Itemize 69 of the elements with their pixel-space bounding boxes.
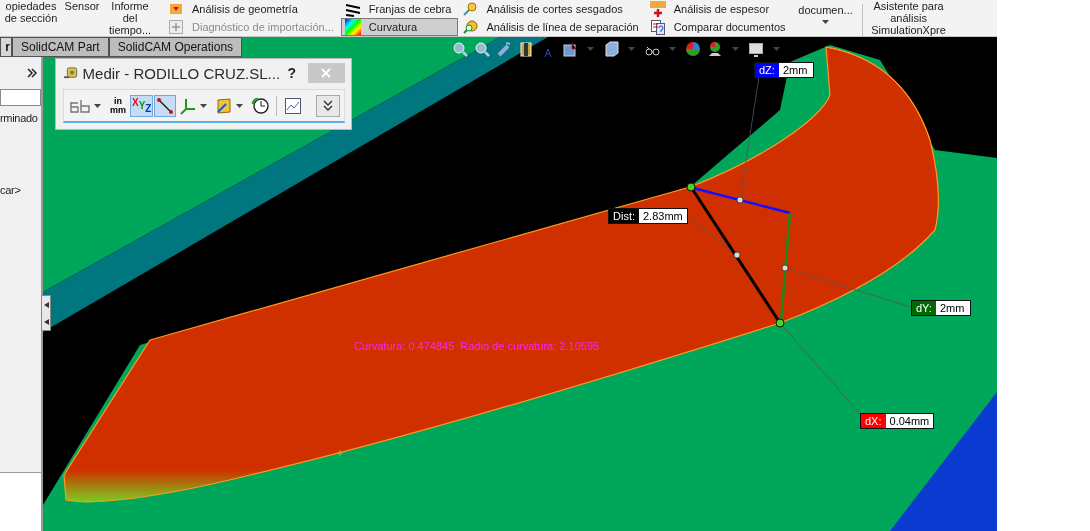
geometry-icon xyxy=(168,1,184,17)
tag-label: Dist: xyxy=(609,209,639,223)
ribbon-item[interactable]: Análisis de geometría xyxy=(164,0,341,18)
zoom-area-icon[interactable] xyxy=(474,41,490,57)
scene-icon[interactable] xyxy=(707,41,723,57)
monitor-icon[interactable] xyxy=(748,41,764,57)
caret-icon xyxy=(200,103,208,108)
tool-button[interactable]: in mm xyxy=(107,94,129,117)
tag-label: dY: xyxy=(912,301,936,315)
clock-icon xyxy=(251,96,270,115)
ribbon-item[interactable]: Franjas de cebra xyxy=(340,0,459,18)
projection-icon xyxy=(215,96,234,115)
curvature-readout: Curvatura: 0.474845 xyxy=(354,340,455,352)
caret-icon xyxy=(822,20,830,24)
tab[interactable]: r xyxy=(0,37,12,57)
panel-text: rminado xyxy=(0,112,38,124)
display-style-icon[interactable] xyxy=(603,41,619,57)
thickness-icon xyxy=(649,1,666,17)
expand-button[interactable] xyxy=(316,94,340,117)
rainbow-square-icon xyxy=(344,19,361,35)
panel-text: car> xyxy=(0,184,21,196)
curvature-readout: Radio de curvatura: 2.10595 xyxy=(460,340,600,352)
graph-icon xyxy=(284,96,303,115)
ribbon-button[interactable]: Asistente para análisis SimulationXpre xyxy=(865,0,952,36)
caret-icon xyxy=(732,47,739,51)
ribbon-item[interactable]: Análisis de cortes sesgados xyxy=(458,0,646,18)
tag-label: dZ: xyxy=(755,63,779,77)
tape-measure-icon xyxy=(64,66,78,80)
cross-marker-icon xyxy=(336,449,344,457)
arrow-icon xyxy=(43,318,49,325)
close-icon xyxy=(321,68,332,78)
point-to-point-icon xyxy=(156,96,175,115)
axes-icon xyxy=(179,96,198,115)
collapse-handle[interactable] xyxy=(41,295,51,331)
tag-value: 2mm xyxy=(935,301,970,315)
double-chevron-icon[interactable] xyxy=(27,68,37,78)
ribbon-button[interactable]: Sensor xyxy=(62,0,102,12)
caret-icon xyxy=(669,47,676,51)
ribbon-button[interactable]: Informe del tiempo... xyxy=(102,0,158,36)
ribbon-item[interactable]: Curvatura xyxy=(340,18,459,36)
tag-value: 0.04mm xyxy=(885,414,934,428)
magnifier-icon xyxy=(462,1,479,17)
section-view-icon[interactable] xyxy=(518,41,534,57)
tag-value: 2mm xyxy=(778,63,813,77)
caret-icon xyxy=(587,47,594,51)
ribbon-dropdown[interactable]: documen... xyxy=(792,0,859,24)
stripes-icon xyxy=(344,1,361,17)
input-field[interactable] xyxy=(0,89,41,106)
double-chevron-icon xyxy=(323,99,333,112)
tag-value: 2.83mm xyxy=(639,209,687,223)
tool-button[interactable]: XYZ xyxy=(130,94,154,117)
tab[interactable]: SolidCAM Part xyxy=(12,37,109,57)
caret-icon xyxy=(94,103,101,108)
gear-magnifier-icon xyxy=(462,19,479,35)
tag-label: dX: xyxy=(861,414,886,428)
caret-icon xyxy=(773,47,780,51)
ribbon-button[interactable]: opiedades de sección xyxy=(0,0,62,24)
caret-icon xyxy=(236,103,244,108)
arrow-icon xyxy=(43,301,49,308)
arc-options-icon xyxy=(69,98,91,113)
tab[interactable]: SolidCAM Operations xyxy=(108,37,243,57)
ribbon-item[interactable]: Comparar documentos xyxy=(645,18,793,36)
view-orientation-icon[interactable] xyxy=(562,41,578,57)
caret-icon xyxy=(628,47,635,51)
help-button[interactable]: ? xyxy=(285,65,299,81)
dialog-title: Medir - RODILLO CRUZ.SL... xyxy=(82,64,281,82)
appearance-sphere-icon[interactable] xyxy=(685,41,701,57)
ribbon-item[interactable]: Análisis de espesor xyxy=(645,0,793,18)
ribbon-item[interactable]: Análisis de línea de separación xyxy=(458,18,646,36)
